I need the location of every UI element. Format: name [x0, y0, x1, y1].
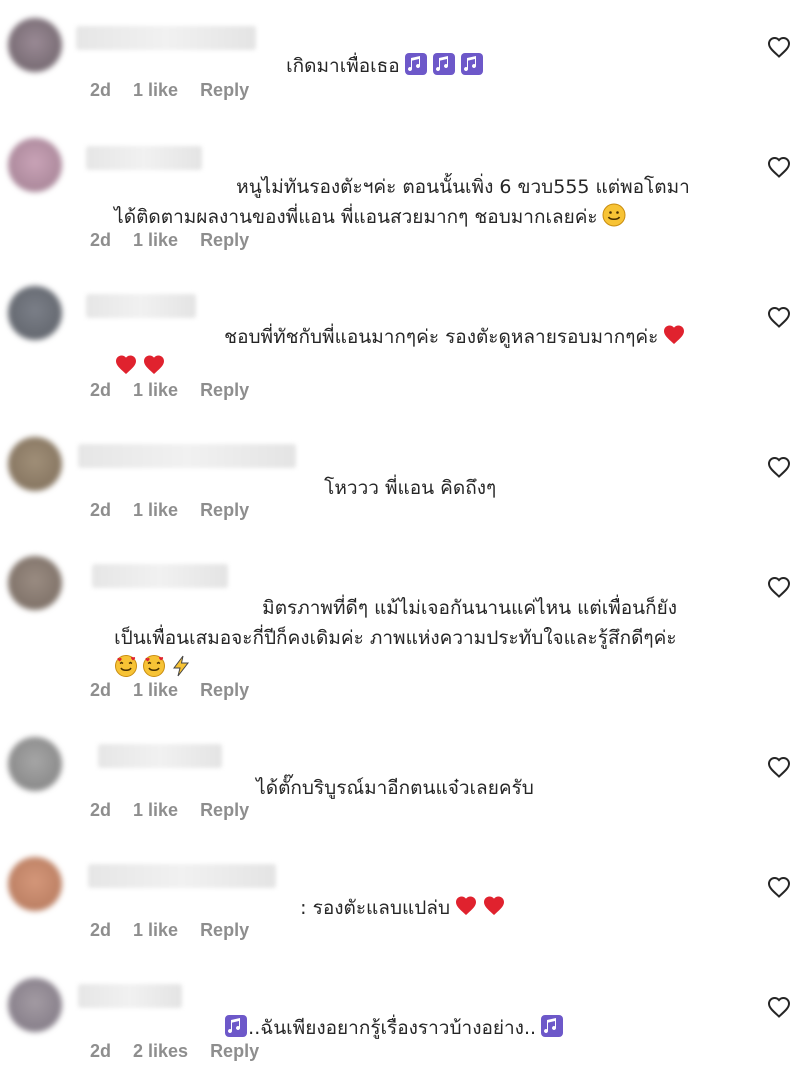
like-count[interactable]: 1 like — [133, 80, 178, 101]
comment-text-line: ชอบพี่ทัชกับพี่แอนมากๆค่ะ รองตัะดูหลายรอ… — [224, 326, 659, 348]
like-count[interactable]: 1 like — [133, 230, 178, 251]
comment-meta: 2d 1 like Reply — [90, 230, 249, 251]
red-heart-icon — [484, 896, 505, 915]
username-blurred[interactable] — [98, 744, 222, 768]
red-heart-icon — [116, 355, 137, 374]
comment-text-line: โหววว พี่แอน คิดถึงๆ — [324, 477, 497, 499]
like-heart-icon[interactable] — [766, 576, 792, 600]
comment-time: 2d — [90, 1041, 112, 1061]
comment-text: ชอบพี่ทัชกับพี่แอนมากๆค่ะ รองตัะดูหลายรอ… — [200, 295, 686, 379]
music-notes-icon — [404, 53, 427, 75]
like-heart-icon[interactable] — [766, 156, 792, 180]
smiling-face-with-hearts-icon — [143, 655, 166, 677]
red-heart-icon — [144, 355, 165, 374]
comment-time: 2d — [90, 380, 112, 400]
comment-text-line: เป็นเพื่อนเสมอจะกี่ปีก็คงเดิมค่ะ ภาพแห่ง… — [114, 627, 677, 649]
like-count[interactable]: 1 like — [133, 800, 178, 821]
comment-time: 2d — [90, 80, 112, 100]
reply-button[interactable]: Reply — [200, 680, 249, 701]
music-notes-icon — [225, 1015, 248, 1037]
comment-text-line: ได้ติดตามผลงานของพี่แอน พี่แอนสวยมากๆ ชอ… — [114, 206, 598, 228]
like-count[interactable]: 2 likes — [133, 1041, 188, 1062]
comment-meta: 2d 1 like Reply — [90, 680, 249, 701]
username-blurred[interactable] — [88, 864, 276, 888]
comment-time: 2d — [90, 800, 112, 820]
comment-meta: 2d 1 like Reply — [90, 380, 249, 401]
username-blurred[interactable] — [78, 984, 182, 1008]
comment-time: 2d — [90, 920, 112, 940]
reply-button[interactable]: Reply — [210, 1041, 259, 1062]
smiling-face-with-hearts-icon — [115, 655, 138, 677]
avatar[interactable] — [8, 437, 62, 491]
like-heart-icon[interactable] — [766, 996, 792, 1020]
avatar[interactable] — [8, 978, 62, 1032]
like-count[interactable]: 1 like — [133, 380, 178, 401]
comment-text-line: ..ฉันเพียงอยากรู้เรื่องราวบ้างอย่าง.. — [248, 1017, 537, 1039]
like-heart-icon[interactable] — [766, 306, 792, 330]
reply-button[interactable]: Reply — [200, 80, 249, 101]
like-heart-icon[interactable] — [766, 36, 792, 60]
avatar[interactable] — [8, 286, 62, 340]
avatar[interactable] — [8, 138, 62, 192]
avatar[interactable] — [8, 857, 62, 911]
comment-text: เกิดมาเพื่อเธอ — [262, 24, 484, 108]
avatar[interactable] — [8, 556, 62, 610]
comment-meta: 2d 2 likes Reply — [90, 1041, 259, 1062]
music-notes-icon — [541, 1015, 564, 1037]
reply-button[interactable]: Reply — [200, 500, 249, 521]
username-blurred[interactable] — [76, 26, 256, 50]
like-count[interactable]: 1 like — [133, 680, 178, 701]
like-heart-icon[interactable] — [766, 876, 792, 900]
like-count[interactable]: 1 like — [133, 500, 178, 521]
smiling-face-icon — [602, 203, 626, 227]
username-blurred[interactable] — [86, 146, 202, 170]
music-notes-icon — [460, 53, 483, 75]
comment-time: 2d — [90, 680, 112, 700]
comment-meta: 2d 1 like Reply — [90, 800, 249, 821]
comment-text: โหววว พี่แอน คิดถึงๆ — [300, 446, 496, 530]
username-blurred[interactable] — [86, 294, 196, 318]
comment-meta: 2d 1 like Reply — [90, 920, 249, 941]
comment-text-line: : รองตัะแลบแปล่บ — [300, 897, 451, 919]
like-heart-icon[interactable] — [766, 456, 792, 480]
avatar[interactable] — [8, 18, 62, 72]
username-blurred[interactable] — [78, 444, 296, 468]
comment-time: 2d — [90, 230, 112, 250]
reply-button[interactable]: Reply — [200, 230, 249, 251]
username-blurred[interactable] — [92, 564, 228, 588]
reply-button[interactable]: Reply — [200, 380, 249, 401]
comment-text: : รองตัะแลบแปล่บ — [276, 866, 506, 950]
avatar[interactable] — [8, 737, 62, 791]
like-heart-icon[interactable] — [766, 756, 792, 780]
lightning-icon — [173, 655, 190, 677]
reply-button[interactable]: Reply — [200, 800, 249, 821]
red-heart-icon — [664, 325, 685, 344]
comment-text: ได้ตั๊กบริบูรณ์มาอีกตนแจ๋วเลยครับ — [232, 746, 534, 830]
music-notes-icon — [432, 53, 455, 75]
comment-time: 2d — [90, 500, 112, 520]
red-heart-icon — [456, 896, 477, 915]
reply-button[interactable]: Reply — [200, 920, 249, 941]
comment-text-line: ได้ตั๊กบริบูรณ์มาอีกตนแจ๋วเลยครับ — [256, 777, 534, 799]
comment-text-line: เกิดมาเพื่อเธอ — [286, 55, 400, 77]
comment-meta: 2d 1 like Reply — [90, 80, 249, 101]
comment-meta: 2d 1 like Reply — [90, 500, 249, 521]
like-count[interactable]: 1 like — [133, 920, 178, 941]
